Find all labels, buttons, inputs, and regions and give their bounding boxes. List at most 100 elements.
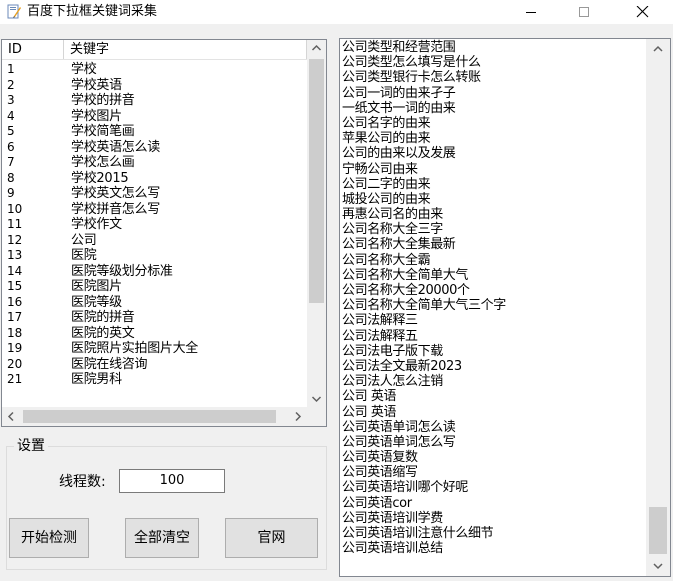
results-textarea[interactable]: 公司类型和经营范围 公司类型怎么填写是什么 公司类型银行卡怎么转账 公司一词的由来孑子… xyxy=(339,38,671,577)
result-line: 公司英语cor xyxy=(342,495,412,511)
results-scroll-thumb[interactable] xyxy=(649,507,667,554)
table-row[interactable]: 5 学校简笔画 xyxy=(2,124,307,140)
column-header-keyword[interactable]: 关键字 xyxy=(64,40,307,59)
table-row[interactable]: 2 学校英语 xyxy=(2,78,307,94)
close-button[interactable] xyxy=(619,0,665,24)
official-website-button[interactable]: 官网 xyxy=(225,518,318,558)
minimize-icon xyxy=(526,12,536,13)
row-id: 11 xyxy=(7,217,23,231)
table-row[interactable]: 12 公司 xyxy=(2,233,307,249)
maximize-button[interactable] xyxy=(561,0,607,24)
row-keyword: 学校作文 xyxy=(71,217,122,232)
list-vertical-scrollbar[interactable] xyxy=(307,40,326,407)
scroll-left-button[interactable] xyxy=(2,407,21,426)
result-line: 公司英语缩写 xyxy=(342,465,418,481)
table-row[interactable]: 9 学校英文怎么写 xyxy=(2,186,307,202)
results-vertical-scrollbar[interactable] xyxy=(646,39,670,576)
table-row[interactable]: 15 医院图片 xyxy=(2,279,307,295)
result-line: 公司法全文最新2023 xyxy=(342,358,462,374)
table-row[interactable]: 16 医院等级 xyxy=(2,295,307,311)
table-row[interactable]: 14 医院等级划分标准 xyxy=(2,264,307,280)
thread-count-label: 线程数: xyxy=(59,474,106,490)
row-keyword: 医院在线咨询 xyxy=(71,356,148,372)
table-row[interactable]: 6 学校英语怎么读 xyxy=(2,140,307,156)
table-row[interactable]: 1 学校 xyxy=(2,62,307,78)
row-id: 9 xyxy=(7,186,15,200)
row-id: 17 xyxy=(7,310,23,324)
start-detection-button[interactable]: 开始检测 xyxy=(9,518,89,558)
row-keyword: 医院等级划分标准 xyxy=(71,263,173,279)
chevron-up-icon xyxy=(311,44,322,51)
result-line: 公司类型和经营范围 xyxy=(342,40,456,55)
row-keyword: 学校的拼音 xyxy=(71,93,135,108)
result-line: 公司法解释五 xyxy=(342,328,418,344)
result-line: 公司名字的由来 xyxy=(342,115,431,131)
settings-group-title: 设置 xyxy=(14,438,48,454)
table-row[interactable]: 3 学校的拼音 xyxy=(2,93,307,109)
chevron-down-icon xyxy=(653,563,663,570)
row-keyword: 医院的英文 xyxy=(71,325,135,341)
row-keyword: 医院的拼音 xyxy=(71,310,135,325)
minimize-button[interactable] xyxy=(508,0,554,24)
result-line: 公司的由来以及发展 xyxy=(342,146,456,162)
app-icon xyxy=(7,4,21,19)
result-line: 公司类型银行卡怎么转账 xyxy=(342,70,481,86)
list-horizontal-scrollbar[interactable] xyxy=(2,407,307,426)
column-header-id[interactable]: ID xyxy=(2,40,64,59)
result-line: 一纸文书一词的由来 xyxy=(342,100,456,116)
result-line: 公司一词的由来孑子 xyxy=(342,85,456,101)
row-id: 19 xyxy=(7,341,23,355)
table-row[interactable]: 8 学校2015 xyxy=(2,171,307,187)
results-scroll-up-button[interactable] xyxy=(646,39,670,59)
results-scroll-down-button[interactable] xyxy=(646,556,670,576)
row-id: 12 xyxy=(7,232,23,247)
row-keyword: 学校英语 xyxy=(71,77,122,93)
result-line: 公司英语培训学费 xyxy=(342,510,443,526)
table-row[interactable]: 20 医院在线咨询 xyxy=(2,357,307,373)
table-row[interactable]: 18 医院的英文 xyxy=(2,326,307,342)
row-id: 3 xyxy=(7,93,15,107)
row-keyword: 学校英文怎么写 xyxy=(71,186,160,201)
title-bar: 百度下拉框关键词采集 xyxy=(0,0,673,24)
list-rows: 1 学校 2 学校英语 3 学校的拼音 4 学校图片 5 学校简笔画 6 学校英语怎么读 7 学校怎么画 8… xyxy=(2,62,307,388)
row-id: 7 xyxy=(7,155,15,169)
scroll-thumb[interactable] xyxy=(309,59,324,303)
row-id: 18 xyxy=(7,325,23,340)
result-line: 公司英语培训注意什么细节 xyxy=(342,526,494,541)
keyword-list[interactable]: ID 关键字 1 学校 2 学校英语 3 学校的拼音 4 学校图片 5 学校简笔画 6 学校英语怎么读… xyxy=(1,39,327,427)
table-row[interactable]: 7 学校怎么画 xyxy=(2,155,307,171)
table-row[interactable]: 19 医院照片实拍图片大全 xyxy=(2,341,307,357)
result-line: 公司类型怎么填写是什么 xyxy=(342,55,481,71)
row-keyword: 医院等级 xyxy=(71,294,122,310)
row-id: 1 xyxy=(7,62,15,76)
result-line: 公司名称大全集最新 xyxy=(342,237,456,253)
row-id: 21 xyxy=(7,372,23,386)
result-line: 公司英语单词怎么写 xyxy=(342,434,456,450)
row-keyword: 学校拼音怎么写 xyxy=(71,201,160,217)
table-row[interactable]: 11 学校作文 xyxy=(2,217,307,233)
scroll-right-button[interactable] xyxy=(288,407,307,426)
row-keyword: 公司 xyxy=(71,232,97,248)
result-line: 公司名称大全三字 xyxy=(342,222,443,238)
table-row[interactable]: 10 学校拼音怎么写 xyxy=(2,202,307,218)
table-row[interactable]: 13 医院 xyxy=(2,248,307,264)
scroll-up-button[interactable] xyxy=(307,40,326,57)
clear-all-button[interactable]: 全部清空 xyxy=(125,518,199,558)
thread-count-input[interactable]: 100 xyxy=(119,469,225,493)
scrollbar-corner xyxy=(307,407,326,426)
table-row[interactable]: 4 学校图片 xyxy=(2,109,307,125)
row-keyword: 学校 xyxy=(71,62,97,77)
result-line: 公司英语单词怎么读 xyxy=(342,419,456,435)
list-header: ID 关键字 xyxy=(2,40,307,60)
result-line: 公司 英语 xyxy=(342,389,397,405)
scroll-down-button[interactable] xyxy=(307,390,326,407)
table-row[interactable]: 17 医院的拼音 xyxy=(2,310,307,326)
row-keyword: 学校英语怎么读 xyxy=(71,139,160,155)
result-line: 公司法解释三 xyxy=(342,313,418,329)
result-line: 公司英语培训哪个好呢 xyxy=(342,480,469,496)
horizontal-scroll-thumb[interactable] xyxy=(23,410,276,423)
result-line: 公司法电子版下载 xyxy=(342,343,443,359)
table-row[interactable]: 21 医院男科 xyxy=(2,372,307,388)
result-line: 公司名称大全20000个 xyxy=(342,283,470,298)
result-line: 公司法人怎么注销 xyxy=(342,374,443,390)
